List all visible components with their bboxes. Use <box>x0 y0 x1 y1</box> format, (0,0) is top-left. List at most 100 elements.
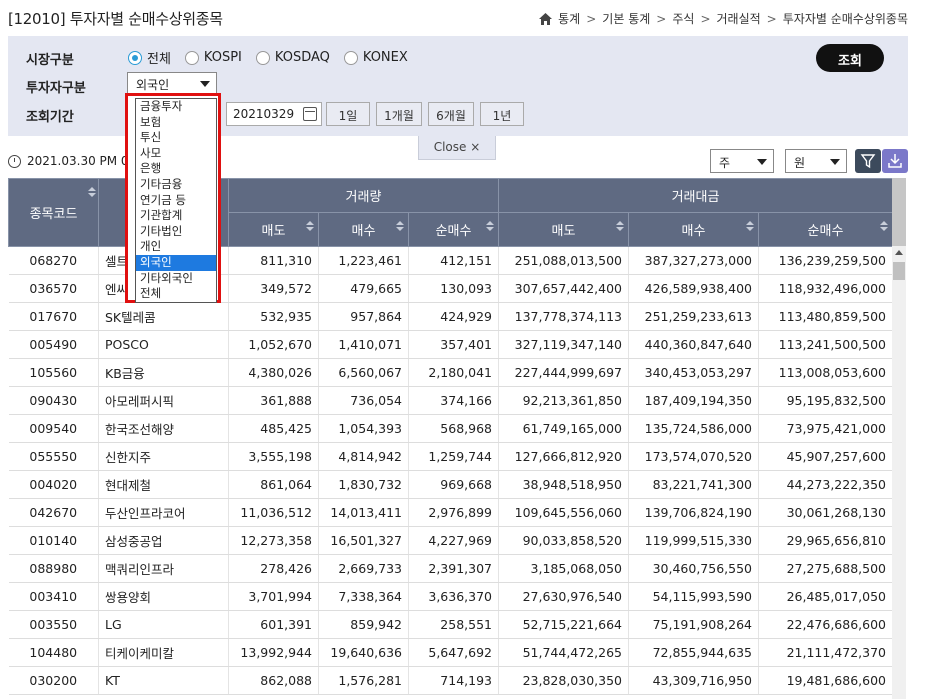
cell-name[interactable]: 두산인프라코어 <box>98 498 229 527</box>
table-row[interactable]: 009540 한국조선해양 485,425 1,054,393 568,968 61,74… <box>8 414 892 443</box>
volume-unit-select[interactable]: 주 <box>710 149 774 173</box>
cell-name[interactable]: 쌍용양회 <box>98 582 229 611</box>
breadcrumb-item[interactable]: 거래실적 <box>717 10 761 27</box>
cell-name[interactable]: 한국조선해양 <box>98 414 229 443</box>
cell-value: 27,275,688,500 <box>758 554 892 583</box>
column-header-code[interactable]: 종목코드 <box>8 178 99 247</box>
cell-name[interactable]: 티케이케미칼 <box>98 638 229 667</box>
column-header-sub[interactable]: 순매수 <box>408 212 499 247</box>
breadcrumb-item[interactable]: 주식 <box>672 10 694 27</box>
period-1year-button[interactable]: 1년 <box>480 102 524 126</box>
market-radio-kosdaq[interactable]: KOSDAQ <box>255 48 330 67</box>
cell-code: 004020 <box>8 470 99 499</box>
period-1day-button[interactable]: 1일 <box>326 102 370 126</box>
scrollbar-thumb[interactable] <box>893 262 905 280</box>
cell-name[interactable]: POSCO <box>98 330 229 359</box>
investor-option[interactable]: 연기금 등 <box>136 193 216 209</box>
cell-name[interactable]: KT <box>98 666 229 695</box>
cell-value: 278,426 <box>228 554 319 583</box>
cell-value: 23,828,030,350 <box>498 666 629 695</box>
column-header-sub[interactable]: 매도 <box>228 212 319 247</box>
market-radio-kospi[interactable]: KOSPI <box>184 48 242 67</box>
investor-option[interactable]: 투신 <box>136 130 216 146</box>
cell-value: 957,864 <box>318 302 409 331</box>
cell-value: 349,572 <box>228 274 319 303</box>
column-header-sub[interactable]: 순매수 <box>758 212 892 247</box>
clock-icon <box>8 154 21 168</box>
column-header-sub[interactable]: 매도 <box>498 212 629 247</box>
investor-option[interactable]: 외국인 <box>136 254 216 271</box>
column-group-volume: 거래량 <box>228 178 499 213</box>
breadcrumb-item[interactable]: 통계 <box>558 10 580 27</box>
investor-label: 투자자구분 <box>26 81 86 96</box>
radio-icon[interactable] <box>343 50 358 65</box>
cell-name[interactable]: 맥쿼리인프라 <box>98 554 229 583</box>
period-6month-button[interactable]: 6개월 <box>428 102 474 126</box>
table-row[interactable]: 004020 현대제철 861,064 1,830,732 969,668 38,948,… <box>8 470 892 499</box>
radio-icon[interactable] <box>255 50 270 65</box>
cell-value: 374,166 <box>408 386 499 415</box>
table-scrollbar[interactable] <box>892 178 906 699</box>
cell-value: 113,480,859,500 <box>758 302 892 331</box>
table-row[interactable]: 010140 삼성중공업 12,273,358 16,501,327 4,227,969… <box>8 526 892 555</box>
investor-option[interactable]: 사모 <box>136 146 216 162</box>
cell-value: 258,551 <box>408 610 499 639</box>
cell-value: 113,008,053,600 <box>758 358 892 387</box>
table-row[interactable]: 090430 아모레퍼시픽 361,888 736,054 374,166 92,213,… <box>8 386 892 415</box>
investor-select[interactable]: 외국인 <box>127 72 217 94</box>
scroll-up-icon[interactable] <box>895 250 903 255</box>
chevron-down-icon <box>757 159 767 165</box>
table-row[interactable]: 105560 KB금융 4,380,026 6,560,067 2,180,041 227… <box>8 358 892 387</box>
market-radio-all[interactable]: 전체 <box>128 48 171 67</box>
cell-value: 4,380,026 <box>228 358 319 387</box>
table-row[interactable]: 003410 쌍용양회 3,701,994 7,338,364 3,636,370 27,… <box>8 582 892 611</box>
investor-option[interactable]: 기타법인 <box>136 224 216 240</box>
value-unit-select[interactable]: 원 <box>785 149 847 173</box>
investor-option[interactable]: 전체 <box>136 286 216 302</box>
table-row[interactable]: 042670 두산인프라코어 11,036,512 14,013,411 2,976,8… <box>8 498 892 527</box>
column-header-sub[interactable]: 매수 <box>628 212 759 247</box>
table-row[interactable]: 104480 티케이케미칼 13,992,944 19,640,636 5,647,69… <box>8 638 892 667</box>
radio-icon[interactable] <box>184 50 199 65</box>
cell-name[interactable]: KB금융 <box>98 358 229 387</box>
home-icon[interactable] <box>539 12 553 25</box>
market-radio-konex[interactable]: KONEX <box>343 48 408 67</box>
radio-selected-icon[interactable] <box>128 50 142 65</box>
table-row[interactable]: 017670 SK텔레콤 532,935 957,864 424,929 137,778,… <box>8 302 892 331</box>
table-row[interactable]: 003550 LG 601,391 859,942 258,551 52,715,221,… <box>8 610 892 639</box>
close-panel-button[interactable]: Close × <box>418 136 496 160</box>
period-1month-button[interactable]: 1개월 <box>376 102 422 126</box>
end-date-field[interactable]: 20210329 <box>226 102 322 126</box>
calendar-icon[interactable] <box>303 107 317 121</box>
cell-name[interactable]: LG <box>98 610 229 639</box>
cell-value: 357,401 <box>408 330 499 359</box>
investor-option[interactable]: 보험 <box>136 115 216 131</box>
column-header-sub[interactable]: 매수 <box>318 212 409 247</box>
cell-name[interactable]: 현대제철 <box>98 470 229 499</box>
cell-name[interactable]: 삼성중공업 <box>98 526 229 555</box>
investor-option[interactable]: 기관합계 <box>136 208 216 224</box>
cell-name[interactable]: SK텔레콤 <box>98 302 229 331</box>
investor-option[interactable]: 기타외국인 <box>136 271 216 287</box>
cell-name[interactable]: 아모레퍼시픽 <box>98 386 229 415</box>
download-button[interactable] <box>882 149 908 173</box>
cell-value: 859,942 <box>318 610 409 639</box>
cell-value: 2,391,307 <box>408 554 499 583</box>
table-row[interactable]: 088980 맥쿼리인프라 278,426 2,669,733 2,391,307 3,1… <box>8 554 892 583</box>
table-row[interactable]: 055550 신한지주 3,555,198 4,814,942 1,259,744 127… <box>8 442 892 471</box>
investor-option[interactable]: 금융투자 <box>136 99 216 115</box>
cell-value: 3,185,068,050 <box>498 554 629 583</box>
investor-option[interactable]: 은행 <box>136 161 216 177</box>
search-button[interactable]: 조회 <box>816 44 884 72</box>
table-row[interactable]: 030200 KT 862,088 1,576,281 714,193 23,828,03… <box>8 666 892 695</box>
cell-name[interactable]: 신한지주 <box>98 442 229 471</box>
cell-value: 426,589,938,400 <box>628 274 759 303</box>
filter-button[interactable] <box>855 149 881 173</box>
cell-value: 139,706,824,190 <box>628 498 759 527</box>
breadcrumb-item[interactable]: 기본 통계 <box>602 10 650 27</box>
cell-value: 1,576,281 <box>318 666 409 695</box>
investor-option[interactable]: 기타금융 <box>136 177 216 193</box>
cell-value: 1,054,393 <box>318 414 409 443</box>
investor-option[interactable]: 개인 <box>136 239 216 255</box>
table-row[interactable]: 005490 POSCO 1,052,670 1,410,071 357,401 327,… <box>8 330 892 359</box>
